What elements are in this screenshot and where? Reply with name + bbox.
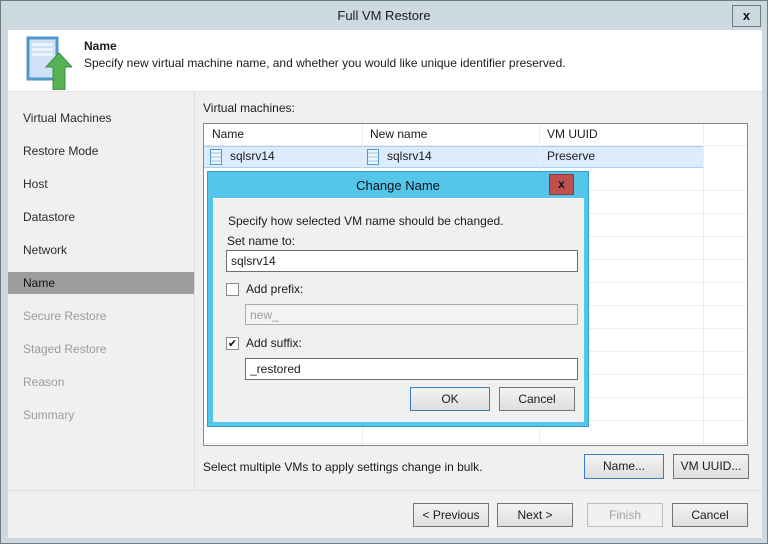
set-name-label: Set name to: (227, 234, 295, 248)
sidebar-item-datastore[interactable]: Datastore (8, 206, 194, 228)
footer-divider (8, 490, 762, 491)
prefix-input (245, 304, 578, 325)
cell-vm-new-name: sqlsrv14 (387, 149, 432, 163)
restore-vm-icon (26, 36, 72, 90)
vm-icon (367, 149, 379, 165)
window-title: Full VM Restore (337, 8, 430, 23)
dialog-cancel-button[interactable]: Cancel (499, 387, 575, 411)
cell-vm-uuid: Preserve (547, 149, 595, 163)
sidebar-item-host[interactable]: Host (8, 173, 194, 195)
add-suffix-checkbox[interactable]: ✔ (226, 337, 239, 350)
column-header-name[interactable]: Name (212, 127, 244, 141)
sidebar-divider (194, 92, 195, 490)
sidebar-item-virtual-machines[interactable]: Virtual Machines (8, 107, 194, 129)
ok-button[interactable]: OK (410, 387, 490, 411)
column-header-vm-uuid[interactable]: VM UUID (547, 127, 598, 141)
checkmark-icon: ✔ (228, 338, 237, 350)
window-titlebar: Full VM Restore (1, 1, 767, 30)
close-icon: x (558, 177, 565, 191)
table-header-row: Name New name VM UUID (204, 124, 747, 146)
set-name-input[interactable] (226, 250, 578, 272)
dialog-titlebar: Change Name (208, 172, 588, 198)
vm-list-label: Virtual machines: (203, 101, 295, 115)
dialog-content: Specify how selected VM name should be c… (213, 198, 584, 422)
sidebar-item-reason[interactable]: Reason (8, 371, 194, 393)
window-close-button[interactable]: x (732, 5, 761, 27)
vm-uuid-button[interactable]: VM UUID... (673, 454, 749, 479)
add-prefix-label[interactable]: Add prefix: (246, 282, 303, 296)
previous-button[interactable]: < Previous (413, 503, 489, 527)
table-row-selected[interactable] (204, 146, 704, 168)
suffix-input[interactable] (245, 358, 578, 380)
finish-button: Finish (587, 503, 663, 527)
dialog-instruction: Specify how selected VM name should be c… (228, 214, 504, 228)
name-button[interactable]: Name... (584, 454, 664, 479)
vm-icon (210, 149, 222, 165)
next-button[interactable]: Next > (497, 503, 573, 527)
sidebar-item-network[interactable]: Network (8, 239, 194, 261)
sidebar-item-name[interactable]: Name (8, 272, 194, 294)
sidebar-item-restore-mode[interactable]: Restore Mode (8, 140, 194, 162)
sidebar-item-staged-restore[interactable]: Staged Restore (8, 338, 194, 360)
change-name-dialog: Change Name x Specify how selected VM na… (207, 171, 589, 427)
dialog-title: Change Name (356, 178, 440, 193)
step-title: Name (84, 39, 117, 53)
column-separator (703, 124, 704, 445)
column-header-new-name[interactable]: New name (370, 127, 427, 141)
dialog-close-button[interactable]: x (549, 174, 574, 195)
bulk-hint-text: Select multiple VMs to apply settings ch… (203, 460, 482, 474)
sidebar-item-secure-restore[interactable]: Secure Restore (8, 305, 194, 327)
add-prefix-checkbox[interactable] (226, 283, 239, 296)
step-description: Specify new virtual machine name, and wh… (84, 56, 566, 70)
wizard-header: Name Specify new virtual machine name, a… (8, 30, 762, 92)
close-icon: x (743, 8, 750, 23)
sidebar-item-summary[interactable]: Summary (8, 404, 194, 426)
cancel-button[interactable]: Cancel (672, 503, 748, 527)
add-suffix-label[interactable]: Add suffix: (246, 336, 302, 350)
full-vm-restore-window: Full VM Restore x Name Specify new virtu… (0, 0, 768, 544)
cell-vm-name: sqlsrv14 (230, 149, 275, 163)
